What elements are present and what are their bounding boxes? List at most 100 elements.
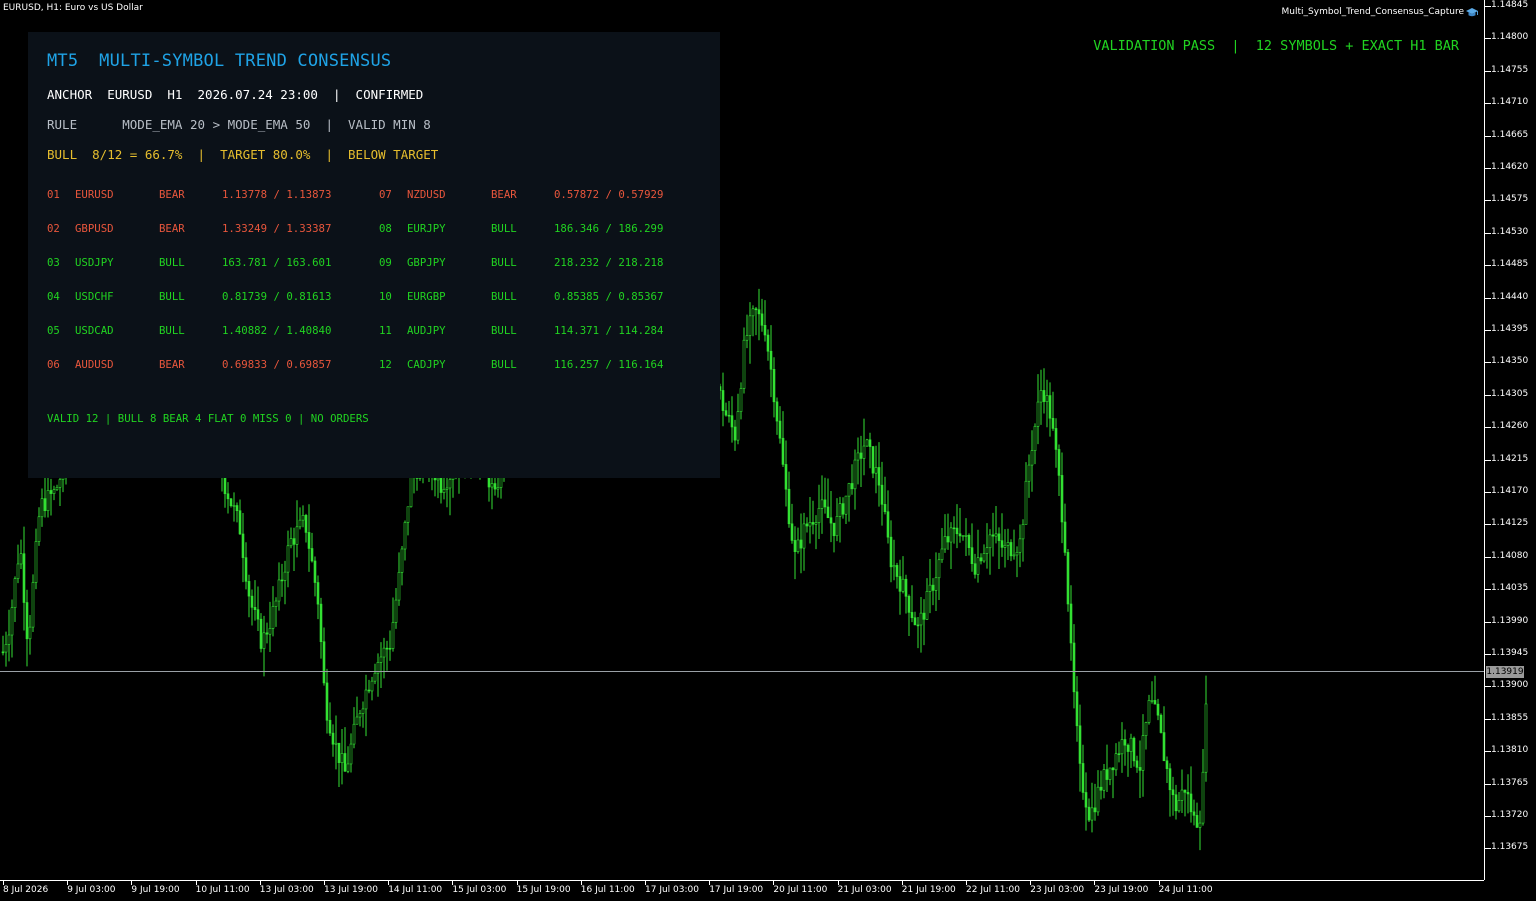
price-label: 1.13675	[1491, 842, 1529, 853]
symbol-ema: 0.57872 / 0.57929	[554, 188, 664, 201]
candle-body	[955, 527, 959, 535]
symbol-ema: 1.13778 / 1.13873	[222, 188, 332, 201]
candle-body	[1174, 794, 1178, 812]
candle-body	[325, 682, 329, 721]
price-label: 1.13810	[1491, 745, 1529, 756]
candle-body	[490, 483, 494, 488]
validation-status: VALIDATION PASS | 12 SYMBOLS + EXACT H1 …	[1093, 38, 1459, 54]
candle-body	[265, 632, 269, 635]
price-label: 1.14530	[1491, 226, 1529, 237]
candle-body	[1099, 786, 1103, 791]
candle-body	[358, 713, 362, 718]
candle-body	[1084, 792, 1088, 808]
candle-body	[760, 313, 764, 326]
candle-body	[244, 557, 248, 582]
candle-body	[805, 523, 809, 527]
candle-body	[766, 334, 770, 352]
candle-body	[886, 511, 890, 538]
symbol-trend: BULL	[491, 358, 517, 371]
candle-body	[34, 541, 38, 583]
candle-body	[751, 308, 755, 317]
anchor-line: ANCHOR EURUSD H1 2026.07.24 23:00 | CONF…	[47, 87, 424, 102]
symbol-ema: 218.232 / 218.218	[554, 256, 664, 269]
candle-body	[271, 606, 275, 629]
price-label: 1.13720	[1491, 810, 1529, 820]
candle-body	[775, 401, 779, 422]
candle-body	[958, 533, 962, 537]
time-label: 9 Jul 19:00	[131, 885, 180, 895]
candle-body	[1015, 551, 1019, 556]
candle-body	[238, 510, 242, 535]
candle-body	[1153, 700, 1157, 705]
candle-body	[1003, 544, 1007, 548]
candle-body	[754, 308, 758, 311]
candle-body	[1096, 786, 1100, 813]
symbol-symbol: GBPJPY	[407, 256, 446, 269]
candle-body	[313, 560, 317, 583]
candle-body	[994, 533, 998, 537]
price-label: 1.14575	[1491, 194, 1529, 205]
candle-body	[1189, 793, 1193, 813]
candle-body	[991, 534, 995, 537]
candle-body	[1105, 769, 1109, 780]
candle-body	[787, 488, 791, 525]
symbol-ema: 114.371 / 114.284	[554, 324, 664, 337]
candle-body	[784, 464, 788, 490]
candle-body	[496, 487, 500, 490]
candle-body	[1162, 732, 1166, 762]
price-axis[interactable]: 1.14845 1.14800 1.14755 1.14710 1.14665 1.146…	[1484, 0, 1536, 880]
candle-body	[349, 743, 353, 765]
candle-body	[406, 506, 410, 523]
candle-body	[976, 557, 980, 575]
symbol-num: 05	[47, 324, 60, 337]
price-label: 1.14485	[1491, 259, 1529, 270]
candle-body	[10, 607, 14, 636]
symbol-ema: 0.69833 / 0.69857	[222, 358, 332, 371]
candle-body	[1054, 428, 1058, 450]
candle-body	[727, 414, 731, 417]
time-axis[interactable]: 8 Jul 2026 9 Jul 03:00 9 Jul 19:00 10 Jul 1…	[0, 880, 1484, 901]
candle-body	[1144, 722, 1148, 736]
candle-body	[835, 516, 839, 537]
candle-body	[1012, 554, 1016, 557]
candle-body	[262, 632, 266, 649]
time-label: 15 Jul 03:00	[452, 885, 507, 895]
candle-body	[346, 763, 350, 772]
candle-body	[25, 602, 29, 640]
candle-body	[391, 622, 395, 649]
candle-body	[925, 591, 929, 620]
candle-body	[931, 584, 935, 591]
bull-summary-line: BULL 8/12 = 66.7% | TARGET 80.0% | BELOW…	[47, 147, 439, 162]
price-label: 1.14260	[1491, 421, 1529, 432]
time-label: 13 Jul 19:00	[324, 885, 378, 895]
price-label: 1.13855	[1491, 712, 1529, 723]
candle-body	[997, 533, 1001, 541]
candle-body	[1039, 390, 1043, 403]
price-label: 1.14170	[1491, 486, 1529, 496]
candle-body	[742, 339, 746, 389]
candle-body	[1114, 753, 1118, 771]
candle-body	[730, 415, 734, 428]
candle-body	[310, 548, 314, 562]
candle-body	[871, 446, 875, 474]
symbol-ema: 1.40882 / 1.40840	[222, 324, 332, 337]
candle-body	[247, 581, 251, 597]
candle-body	[859, 452, 863, 459]
candle-body	[439, 477, 443, 493]
candle-body	[304, 514, 308, 533]
candle-body	[1090, 807, 1094, 821]
candle-body	[40, 498, 44, 518]
candle-body	[1063, 521, 1067, 553]
time-label: 22 Jul 11:00	[966, 885, 1020, 895]
candle-body	[736, 411, 740, 441]
candle-body	[328, 719, 332, 734]
time-label: 23 Jul 03:00	[1030, 885, 1085, 895]
candle-body	[316, 582, 320, 605]
symbol-ema: 1.33249 / 1.33387	[222, 222, 332, 235]
price-label: 1.14125	[1491, 518, 1529, 529]
candle-body	[379, 656, 383, 663]
price-label: 1.14215	[1491, 453, 1529, 464]
candle-body	[1192, 811, 1196, 816]
symbol-symbol: EURGBP	[407, 290, 446, 303]
candle-body	[1000, 540, 1004, 548]
